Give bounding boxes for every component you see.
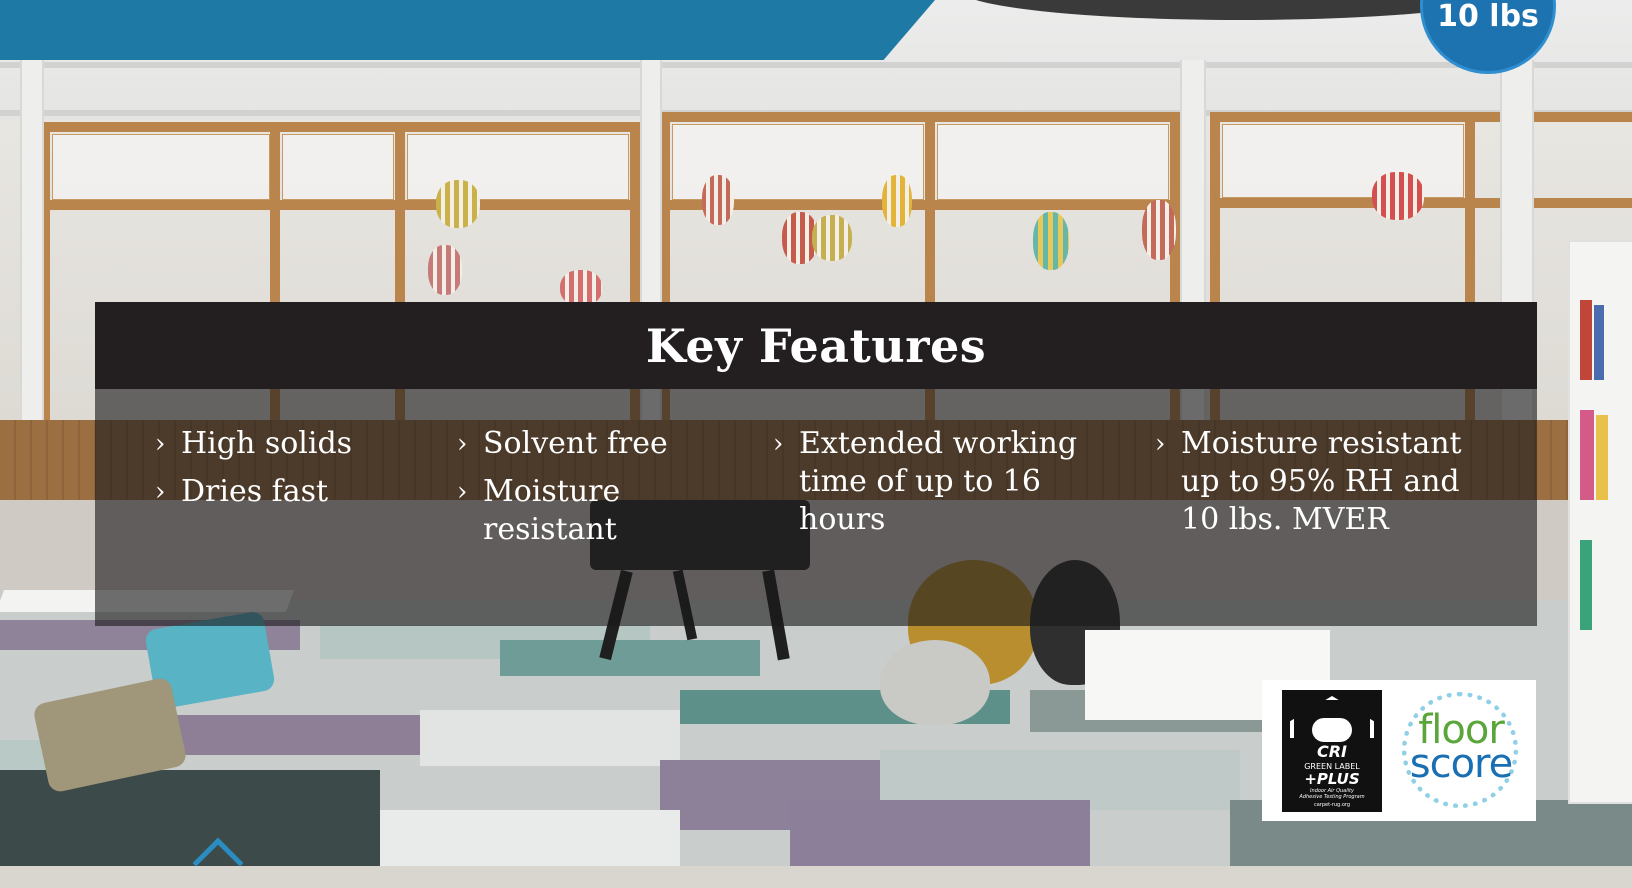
- feature-text: Extended working time of up to 16 hours: [799, 426, 1078, 537]
- feature-text: Dries fast: [181, 474, 329, 509]
- cri-line2: +PLUS: [1304, 770, 1360, 788]
- features-body: › High solids › Dries fast › Solvent fre…: [95, 389, 1537, 626]
- cri-line5: carpet-rug.org: [1313, 802, 1351, 808]
- chevron-right-icon: ›: [1155, 429, 1166, 459]
- feature-column-2: › Solvent free › Moisture resistant: [457, 425, 697, 559]
- feature-item: › Extended working time of up to 16 hour…: [773, 425, 1093, 539]
- feature-column-1: › High solids › Dries fast: [155, 425, 415, 521]
- chevron-right-icon: ›: [773, 429, 784, 459]
- feature-text: Moisture resistant: [483, 474, 621, 547]
- window-pane: [52, 134, 270, 200]
- window-pane: [1222, 124, 1464, 198]
- window-frame: [660, 112, 1180, 122]
- window-pane: [282, 134, 394, 200]
- chevron-right-icon: ›: [457, 429, 468, 459]
- ceiling-beam: [0, 62, 1632, 68]
- feature-text: High solids: [181, 426, 353, 461]
- chevron-right-icon: ›: [155, 429, 166, 459]
- window-frame: [40, 200, 640, 210]
- lantern: [428, 245, 462, 295]
- floorscore-logo: floor score: [1394, 692, 1528, 810]
- key-features-panel: Key Features › High solids › Dries fast …: [95, 302, 1537, 626]
- feature-item: › Dries fast: [155, 473, 415, 511]
- feature-text: Solvent free: [483, 426, 668, 461]
- cri-name: CRI: [1316, 742, 1347, 761]
- features-title: Key Features: [645, 318, 987, 373]
- book: [1580, 410, 1594, 500]
- book: [1594, 305, 1604, 380]
- features-header: Key Features: [95, 302, 1537, 389]
- book: [1580, 540, 1592, 630]
- window-frame: [660, 200, 1180, 210]
- top-banner: [0, 0, 935, 60]
- feature-item: › Moisture resistant up to 95% RH and 10…: [1155, 425, 1495, 539]
- lantern: [882, 175, 912, 227]
- lantern: [1372, 172, 1424, 220]
- badge-text: 10 lbs: [1437, 0, 1539, 34]
- pouf-grey: [880, 640, 990, 725]
- floor-tile: [420, 710, 680, 766]
- feature-text: Moisture resistant up to 95% RH and 10 l…: [1181, 426, 1462, 537]
- lantern: [436, 180, 480, 228]
- feature-item: › High solids: [155, 425, 415, 463]
- cri-line4: Adhesive Testing Program: [1299, 794, 1365, 800]
- floorscore-word-score: score: [1409, 741, 1513, 787]
- feature-column-4: › Moisture resistant up to 95% RH and 10…: [1155, 425, 1495, 549]
- feature-item: › Moisture resistant: [457, 473, 697, 549]
- chevron-right-icon: ›: [457, 477, 468, 507]
- book: [1580, 300, 1592, 380]
- chevron-right-icon: ›: [155, 477, 166, 507]
- floor-tile: [790, 800, 1090, 866]
- window-frame: [1210, 112, 1632, 122]
- lantern: [702, 175, 734, 225]
- certification-logos: CRI GREEN LABEL +PLUS Indoor Air Quality…: [1262, 680, 1536, 821]
- feature-column-3: › Extended working time of up to 16 hour…: [773, 425, 1093, 549]
- feature-item: › Solvent free: [457, 425, 697, 463]
- lantern: [560, 270, 602, 306]
- lantern: [1033, 212, 1069, 270]
- window-pane: [937, 124, 1169, 200]
- lantern: [1142, 200, 1176, 260]
- carpet-roll-icon: [1312, 718, 1352, 742]
- cri-green-label-plus-logo: CRI GREEN LABEL +PLUS Indoor Air Quality…: [1282, 690, 1382, 812]
- window-frame: [40, 122, 640, 132]
- floor-tile: [380, 810, 680, 866]
- book: [1596, 415, 1608, 500]
- lantern: [812, 215, 852, 261]
- floor-tile: [500, 640, 760, 676]
